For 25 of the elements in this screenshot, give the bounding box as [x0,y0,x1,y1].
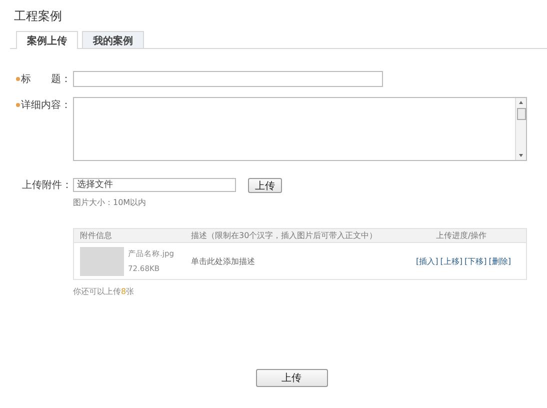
scrollbar-thumb[interactable] [516,108,526,120]
column-header: 描述（限制在30个汉字，插入图片后可带入正文中） [191,230,378,241]
column-header: 附件信息 [79,230,113,241]
size-hint: 图片大小：10M以内 [73,197,148,208]
upload-button[interactable]: 上传 [248,178,282,192]
field-label: 上传附件： [22,178,72,192]
action-link[interactable]: [插入] [416,256,438,266]
file-field[interactable]: 选择文件 [73,178,236,192]
column-header: 上传进度/操作 [435,230,488,241]
scroll-down-icon[interactable] [519,154,523,157]
action-link[interactable]: [删除] [488,256,511,266]
tab[interactable]: 案例上传 [16,31,78,49]
scrollbar[interactable] [515,98,526,160]
field-label: 标 题： [21,72,71,86]
action-link[interactable]: [下移] [464,256,487,266]
description-text[interactable]: 单击此处添加描述 [191,256,416,266]
submit-button[interactable]: 上传 [256,369,328,387]
title-input[interactable] [73,71,383,87]
photo-placeholder [80,246,124,276]
field-label: 详细内容： [21,98,71,112]
tab[interactable]: 我的案例 [82,31,144,48]
page-title: 工程案例 [14,8,63,25]
remaining-note: 你还可以上传8张 [73,286,136,297]
scroll-up-icon[interactable] [519,101,523,104]
action-link[interactable]: [上移] [440,256,462,266]
